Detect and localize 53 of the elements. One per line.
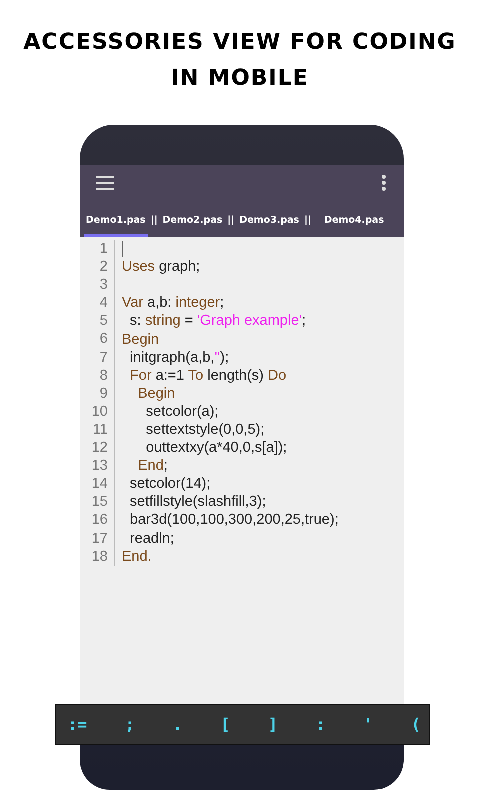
code-line: Begin	[121, 330, 160, 349]
code-line: Var a,b: integer;	[121, 294, 224, 312]
code-line: For a:=1 To length(s) Do	[129, 366, 287, 385]
line-number: 13	[80, 457, 115, 476]
tab-separator: ||	[228, 215, 235, 228]
headline-text: IN MOBILE	[171, 65, 309, 93]
code-line: Begin	[137, 384, 176, 403]
file-tab[interactable]: Demo2.pas	[160, 215, 225, 237]
line-number: 11	[80, 420, 115, 440]
line-number: 12	[80, 439, 115, 458]
file-tab[interactable]: Demo4.pas	[322, 215, 386, 237]
line-number: 14	[80, 475, 115, 494]
symbol-key[interactable]: :	[310, 711, 332, 738]
symbol-key[interactable]: '	[358, 711, 380, 738]
line-number: 17	[80, 530, 115, 548]
tab-separator: ||	[304, 215, 312, 228]
line-number: 1	[80, 240, 115, 258]
code-line: readln;	[129, 530, 174, 548]
line-number: 16	[80, 511, 115, 530]
line-number: 2	[80, 258, 115, 276]
file-tab[interactable]: Demo3.pas	[238, 215, 302, 237]
line-number: 9	[80, 384, 115, 403]
symbol-key[interactable]: ]	[262, 711, 284, 738]
code-line: outtextxy(a*40,0,s[a]);	[145, 439, 288, 458]
code-line: setfillstyle(slashfill,3);	[129, 493, 266, 512]
line-number: 6	[80, 330, 115, 349]
code-editor[interactable]	[80, 237, 404, 706]
code-line: setcolor(a);	[145, 402, 219, 421]
line-number: 8	[80, 366, 115, 385]
code-line: s: string = 'Graph example';	[129, 312, 306, 330]
line-number: 10	[80, 402, 115, 421]
code-line: End;	[137, 457, 168, 476]
symbol-key[interactable]: ;	[119, 711, 141, 738]
symbol-key[interactable]: [	[214, 711, 236, 738]
line-number: 3	[80, 276, 115, 294]
more-options-icon[interactable]	[382, 175, 386, 191]
code-line: initgraph(a,b,'');	[129, 348, 230, 367]
line-number: 15	[80, 493, 115, 512]
headline-text: ACCESSORIES VIEW FOR CODING	[24, 29, 456, 57]
code-line: bar3d(100,100,300,200,25,true);	[129, 511, 339, 530]
code-line: setcolor(14);	[129, 475, 211, 494]
symbol-key[interactable]: .	[166, 711, 189, 738]
code-line: End.	[121, 548, 152, 566]
line-number: 4	[80, 294, 115, 312]
line-number: 5	[80, 312, 115, 330]
line-number: 7	[80, 348, 115, 367]
line-number: 18	[80, 548, 115, 566]
code-line: settextstyle(0,0,5);	[145, 420, 265, 439]
tab-separator: ||	[150, 215, 158, 228]
menu-icon[interactable]	[96, 176, 114, 190]
code-line: Uses graph;	[121, 258, 200, 276]
symbol-key[interactable]: (	[405, 711, 427, 738]
symbol-key[interactable]: :=	[62, 711, 94, 738]
